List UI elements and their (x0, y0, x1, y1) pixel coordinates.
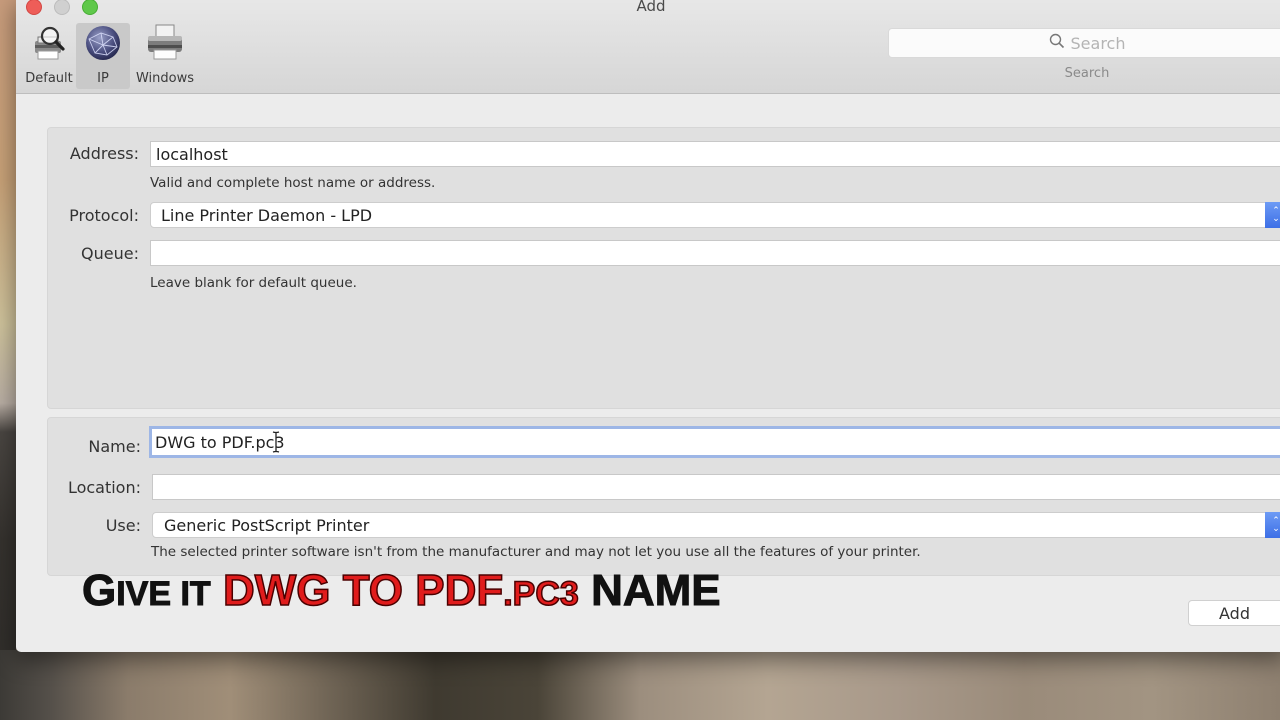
queue-hint: Leave blank for default queue. (150, 275, 357, 291)
search-caption: Search (1064, 66, 1110, 81)
use-hint: The selected printer software isn't from… (151, 544, 921, 560)
name-value: DWG to PDF.pc3 (155, 432, 285, 452)
address-hint: Valid and complete host name or address. (150, 175, 436, 191)
window-title: Add (636, 0, 666, 15)
use-value: Generic PostScript Printer (164, 515, 370, 535)
connection-panel: Address: localhost Valid and complete ho… (47, 127, 1280, 409)
address-label: Address: (69, 144, 139, 163)
toolbar-item-label: Default (25, 71, 73, 86)
location-field[interactable] (152, 474, 1280, 500)
queue-label: Queue: (81, 244, 139, 263)
toolbar: Default IP Windows (22, 23, 200, 89)
chevron-up-down-icon: ⌃ ⌄ (1265, 202, 1280, 228)
name-field[interactable]: DWG to PDF.pc3 (149, 426, 1280, 458)
use-select[interactable]: Generic PostScript Printer ⌃ ⌄ (152, 512, 1280, 538)
caption-word-give-rest: IVE IT (116, 575, 211, 614)
caption-highlight-name: DWG TO PDF (222, 565, 504, 616)
printer-info-panel: Name: DWG to PDF.pc3 Location: Use: Gene… (47, 417, 1280, 576)
printer-icon (145, 23, 185, 63)
toolbar-item-default[interactable]: Default (22, 23, 76, 89)
desktop-wallpaper-left (0, 0, 16, 720)
text-cursor-icon (272, 431, 280, 453)
use-label: Use: (105, 516, 141, 535)
protocol-value: Line Printer Daemon - LPD (161, 205, 373, 225)
search-area: Search Search (888, 28, 1280, 81)
search-input[interactable]: Search (888, 28, 1280, 58)
queue-field[interactable] (150, 240, 1280, 266)
globe-network-icon (83, 23, 123, 63)
search-icon (1049, 33, 1065, 53)
toolbar-item-ip[interactable]: IP (76, 23, 130, 89)
protocol-select[interactable]: Line Printer Daemon - LPD ⌃ ⌄ (150, 202, 1280, 228)
location-label: Location: (67, 478, 141, 497)
search-placeholder: Search (1070, 33, 1126, 53)
toolbar-item-label: Windows (135, 71, 195, 86)
caption-highlight-extension: .PC3 (502, 574, 579, 614)
caption-word-give-initial: G (81, 566, 117, 616)
name-label: Name: (88, 437, 141, 456)
add-button[interactable]: Add (1188, 600, 1280, 626)
printer-search-icon (29, 23, 69, 63)
caption-word-name: NAME (591, 566, 722, 616)
title-bar: Add Default IP Windows Search Search (16, 0, 1280, 94)
video-caption: GIVE IT DWG TO PDF.PC3 NAME (81, 565, 722, 616)
protocol-label: Protocol: (69, 206, 139, 225)
chevron-up-down-icon: ⌃ ⌄ (1265, 512, 1280, 538)
toolbar-item-windows[interactable]: Windows (130, 23, 200, 89)
address-field[interactable]: localhost (150, 141, 1280, 167)
toolbar-item-label: IP (97, 71, 109, 86)
add-printer-window: Add Default IP Windows Search Search Add… (16, 0, 1280, 652)
address-value: localhost (156, 144, 228, 164)
desktop-wallpaper-bottom (0, 650, 1280, 720)
